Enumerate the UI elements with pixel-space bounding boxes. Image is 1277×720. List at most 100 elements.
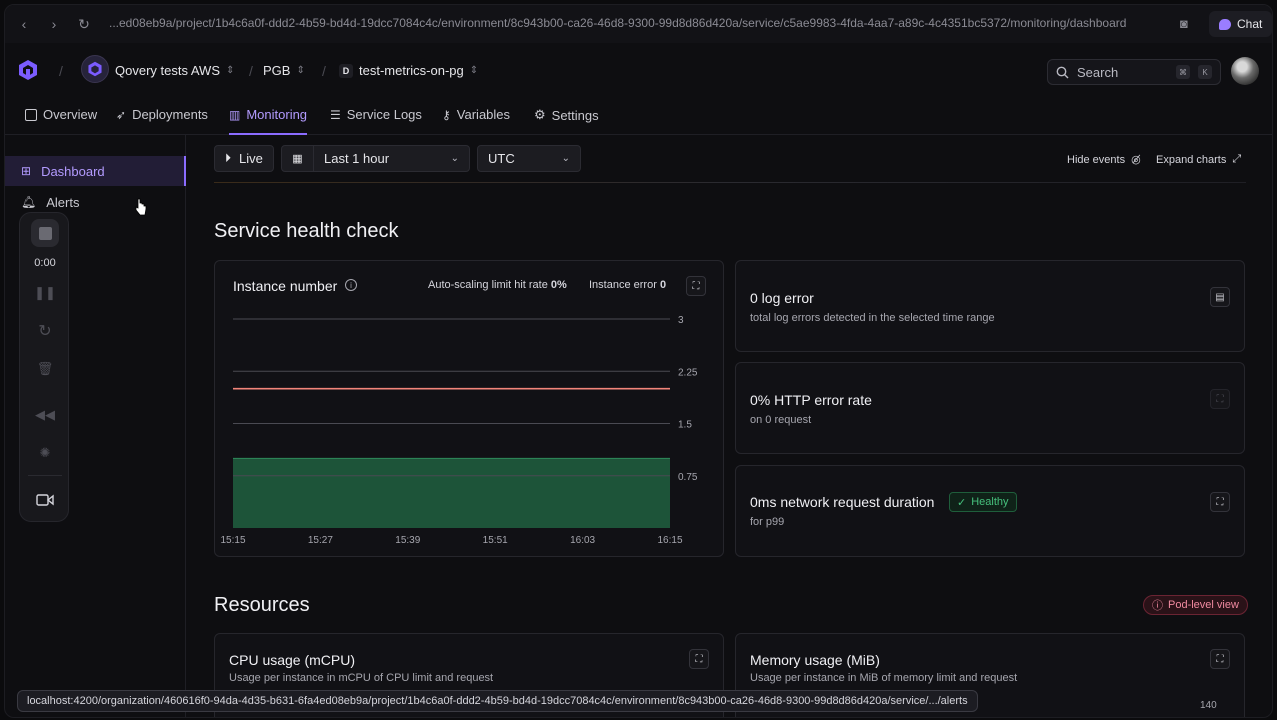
expand-chart-button[interactable]: ⛶ (686, 276, 706, 296)
info-icon[interactable]: i (345, 279, 357, 291)
status-badge: ✓ Healthy (949, 492, 1017, 512)
org-selector[interactable]: Qovery tests AWS ⇕ (115, 63, 234, 78)
delete-button[interactable]: 🗑︎ (31, 355, 59, 383)
org-avatar[interactable] (81, 55, 109, 83)
focus-icon: ⛶ (1216, 393, 1224, 405)
chat-bubble-icon (1219, 18, 1231, 30)
effects-button[interactable]: ✺ (31, 439, 59, 467)
section-title-resources: Resources (214, 594, 310, 616)
expand-http-button[interactable]: ⛶ (1210, 389, 1230, 409)
pod-level-view-button[interactable]: ⓘ Pod-level view (1143, 595, 1248, 615)
check-circle-icon: ✓ (957, 496, 967, 509)
timezone-value: UTC (488, 151, 515, 166)
open-logs-button[interactable]: ▤ (1210, 287, 1230, 307)
chat-button[interactable]: Chat (1209, 11, 1272, 37)
instance-error-label: Instance error (589, 279, 657, 291)
log-error-title: 0 log error (750, 290, 814, 306)
memory-axis-tick: 140 (1200, 700, 1217, 711)
service-type-badge: D (339, 63, 353, 78)
k-key-hint: K (1198, 65, 1212, 79)
rewind-icon: ◀◀ (35, 407, 55, 422)
tab-deployments[interactable]: ➶ Deployments (116, 107, 208, 122)
overview-icon (25, 108, 37, 121)
chevron-updown-icon: ⇕ (469, 65, 479, 76)
service-selector[interactable]: D test-metrics-on-pg ⇕ (339, 63, 478, 78)
focus-icon: ⛶ (1216, 496, 1224, 508)
address-bar[interactable]: ...ed08eb9a/project/1b4c6a0f-ddd2-4b59-b… (109, 16, 1169, 30)
log-error-card: 0 log error total log errors detected in… (735, 260, 1245, 352)
network-duration-card: 0ms network request duration ✓ Healthy f… (735, 465, 1245, 557)
tab-settings[interactable]: ⚙ Settings (534, 107, 599, 123)
live-label: Live (239, 151, 263, 166)
autoscale-stat: Auto-scaling limit hit rate 0% (428, 279, 567, 291)
autoscale-value: 0% (550, 279, 567, 291)
expand-charts-button[interactable]: Expand charts ⤢ (1156, 153, 1241, 166)
instance-error-stat: Instance error 0 (589, 279, 666, 291)
hide-events-button[interactable]: Hide events ◎̸ (1067, 153, 1141, 167)
tab-service-logs[interactable]: ☰ Service Logs (330, 107, 422, 122)
stop-recording-button[interactable] (31, 219, 59, 247)
info-icon: ⓘ (1152, 600, 1163, 612)
logs-icon: ▤ (1215, 291, 1225, 303)
recorder-divider (28, 475, 62, 476)
pause-icon: ❚❚ (34, 285, 56, 300)
time-range-value: Last 1 hour (324, 151, 390, 166)
search-icon (1056, 66, 1069, 78)
chart-icon: ▥ (229, 107, 241, 122)
tab-overview[interactable]: Overview (25, 107, 97, 122)
restart-icon: ↻ (38, 323, 52, 340)
calendar-icon: ▦ (282, 146, 314, 171)
chevron-down-icon: ⌄ (561, 153, 570, 164)
camera-icon[interactable]: ◙ (1180, 16, 1188, 31)
sidebar-item-dashboard[interactable]: ⊞ Dashboard (5, 156, 186, 186)
timezone-select[interactable]: UTC ⌄ (477, 145, 581, 172)
x-tick-label: 15:39 (395, 535, 420, 546)
tab-monitoring[interactable]: ▥ Monitoring (229, 107, 308, 135)
chevron-updown-icon: ⇕ (296, 65, 305, 76)
project-selector[interactable]: PGB ⇕ (263, 63, 305, 78)
breadcrumb-separator: / (59, 63, 63, 79)
play-circle-icon: ⏵ (225, 151, 232, 165)
project-name: PGB (263, 63, 291, 78)
logs-icon: ☰ (330, 107, 341, 122)
search-input[interactable]: Search ⌘ K (1047, 59, 1221, 85)
y-tick-label: 0.75 (678, 472, 698, 483)
back-icon[interactable]: ‹ (9, 9, 39, 39)
time-range-select[interactable]: ▦ Last 1 hour ⌄ (281, 145, 470, 172)
expand-memory-button[interactable]: ⛶ (1210, 649, 1230, 669)
eye-off-icon: ◎̸ (1131, 154, 1141, 166)
restart-button[interactable]: ↻ (31, 317, 59, 345)
reload-icon[interactable]: ↻ (69, 9, 99, 39)
expand-cpu-button[interactable]: ⛶ (689, 649, 709, 669)
network-duration-title: 0ms network request duration (750, 494, 935, 510)
tab-label: Variables (456, 107, 511, 122)
series-area (233, 458, 670, 528)
user-avatar[interactable] (1231, 57, 1259, 85)
x-tick-label: 15:27 (308, 535, 333, 546)
link-preview-statusbar: localhost:4200/organization/460616f0-94d… (17, 690, 978, 712)
x-tick-label: 15:15 (220, 535, 245, 546)
pause-button[interactable]: ❚❚ (31, 279, 59, 307)
y-tick-label: 1.5 (678, 420, 692, 431)
live-button[interactable]: ⏵ Live (214, 145, 274, 172)
instance-error-value: 0 (659, 279, 667, 291)
tab-label: Settings (551, 107, 599, 123)
y-tick-label: 3 (678, 315, 684, 326)
recording-timer: 0:00 (34, 257, 56, 269)
bell-icon: 🔔︎ (21, 195, 37, 209)
rewind-button[interactable]: ◀◀ (31, 401, 59, 429)
video-camera-icon (36, 494, 54, 506)
expand-network-button[interactable]: ⛶ (1210, 492, 1230, 512)
camera-toggle-button[interactable] (31, 486, 59, 514)
qovery-logo-icon[interactable] (17, 59, 39, 81)
focus-icon: ⛶ (1216, 653, 1224, 665)
forward-icon[interactable]: › (39, 9, 69, 39)
pod-level-view-label: Pod-level view (1168, 599, 1239, 611)
tab-label: Overview (43, 107, 98, 122)
tab-variables[interactable]: ⚷ Variables (442, 107, 510, 122)
log-error-subtitle: total log errors detected in the selecte… (750, 312, 995, 324)
sidebar-item-label: Alerts (46, 194, 80, 210)
y-tick-label: 2.25 (678, 367, 698, 378)
breadcrumb-separator: / (322, 63, 326, 79)
rocket-icon: ➶ (116, 107, 127, 122)
